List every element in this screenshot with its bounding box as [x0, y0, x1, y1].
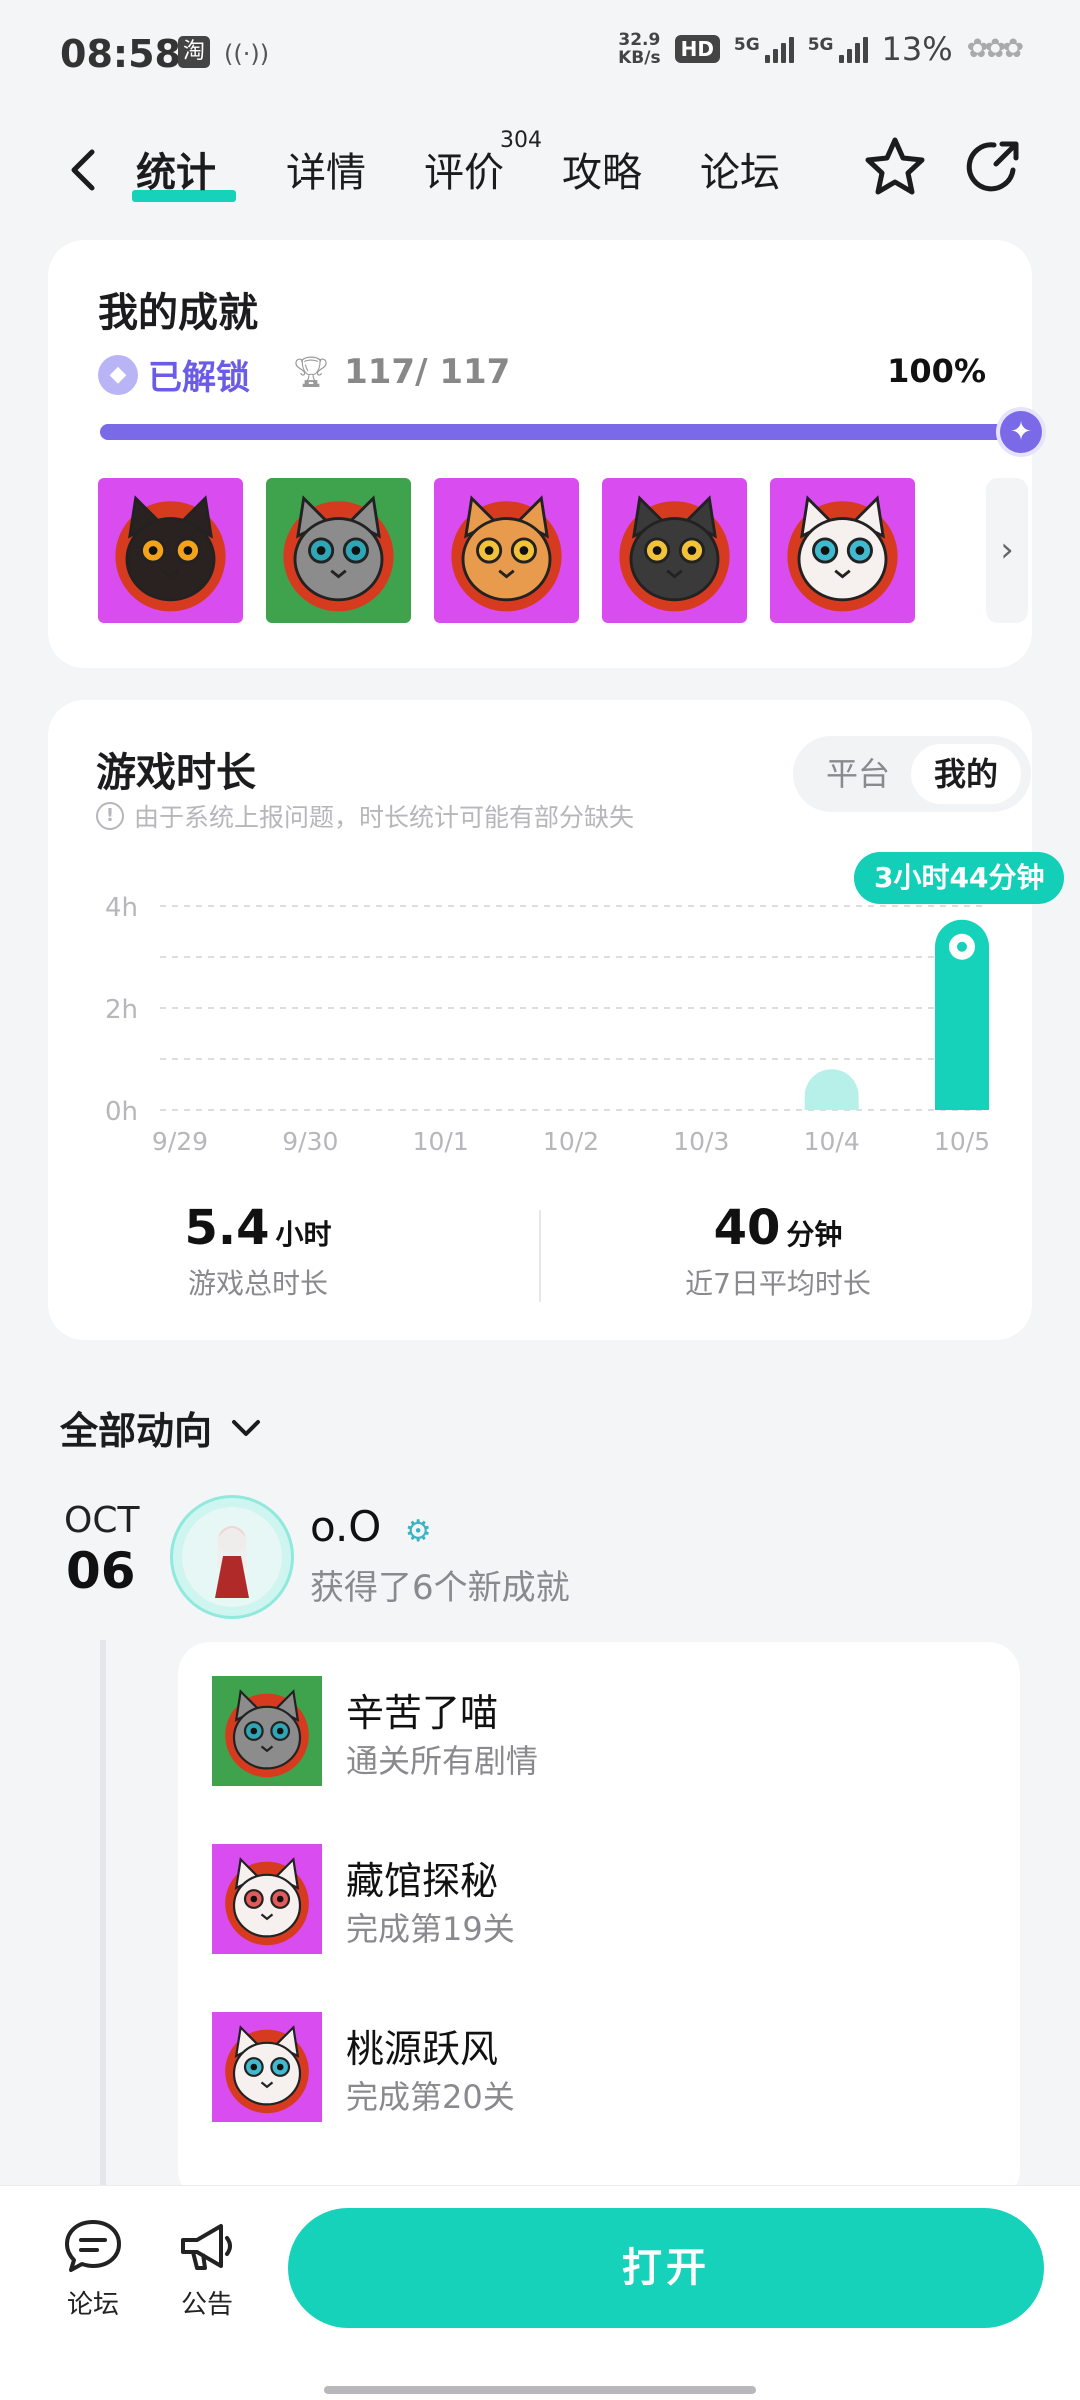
chat-bubble-icon	[65, 2220, 121, 2272]
cat-grey-icon	[212, 1676, 322, 1786]
status-right: 32.9 KB/s HD 5G 5G 13% ✿✿✿	[618, 30, 1024, 68]
user-avatar[interactable]	[170, 1495, 294, 1619]
tab-stats[interactable]: 统计	[136, 140, 216, 200]
network-speed: 32.9 KB/s	[618, 30, 661, 68]
feed-month: OCT	[64, 1500, 140, 1541]
tab-forum[interactable]: 论坛	[700, 140, 780, 200]
user-name[interactable]: o.O ⚙	[310, 1502, 432, 1551]
back-arrow-icon[interactable]	[58, 142, 114, 198]
achievements-title: 我的成就	[98, 290, 258, 336]
x-tick-label: 10/2	[543, 1127, 599, 1156]
achievement-item-desc: 通关所有剧情	[346, 1742, 539, 1780]
forum-button[interactable]: 论坛	[48, 2216, 138, 2321]
cat-white-icon[interactable]	[770, 478, 915, 623]
robot-badge-icon: ⚙	[404, 1514, 432, 1549]
taobao-notification-icon: 淘	[178, 36, 210, 68]
achievement-feed-card[interactable]: 辛苦了喵通关所有剧情 藏馆探秘完成第19关 桃源跃风完成第20关	[178, 1642, 1020, 2202]
achievement-item-title: 桃源跃风	[346, 2027, 499, 2071]
progress-knob-icon: ✦	[1000, 411, 1042, 453]
achievement-progress-bar: ✦	[100, 411, 1042, 453]
hd-icon: HD	[674, 35, 720, 63]
playtime-card: 游戏时长 ! 由于系统上报问题，时长统计可能有部分缺失 平台 我的 0h 2h 4h…	[48, 700, 1065, 1340]
stat-divider	[539, 1210, 541, 1302]
top-nav: 统计 详情 评价 304 攻略 论坛	[0, 120, 1080, 220]
tab-details[interactable]: 详情	[286, 140, 366, 200]
achievement-item-title: 藏馆探秘	[346, 1859, 499, 1903]
share-icon[interactable]	[958, 132, 1028, 202]
avatar-girl-icon	[182, 1507, 282, 1607]
x-tick-label: 9/30	[282, 1127, 338, 1156]
tab-guides[interactable]: 攻略	[562, 140, 642, 200]
status-time: 08:58	[60, 32, 181, 76]
y-tick-label: 2h	[105, 995, 138, 1025]
home-indicator[interactable]	[324, 2386, 756, 2394]
signal-1-icon: 5G	[734, 35, 794, 63]
achievements-card[interactable]: 我的成就 ◆ 已解锁 🏆︎ 117/ 117 100% ✦ ›	[48, 240, 1042, 668]
achievement-item[interactable]: 辛苦了喵通关所有剧情	[212, 1676, 972, 1786]
activity-filter[interactable]: 全部动向	[60, 1400, 264, 1455]
achievement-item[interactable]: 桃源跃风完成第20关	[212, 2012, 972, 2122]
cat-white-icon	[212, 2012, 322, 2122]
status-bar: 08:58 淘 ((·)) 32.9 KB/s HD 5G 5G 13% ✿✿✿	[0, 0, 1080, 110]
battery-percent: 13%	[881, 30, 953, 68]
unlock-badge-icon: ◆	[98, 354, 138, 395]
x-tick-label: 9/29	[152, 1127, 208, 1156]
achievement-item-desc: 完成第20关	[346, 2078, 515, 2116]
bar-marker-dot	[957, 941, 967, 952]
trophy-icon: 🏆︎	[292, 354, 331, 390]
achievement-item-title: 辛苦了喵	[346, 1691, 499, 1735]
chart-bar	[804, 1069, 859, 1110]
achievement-item-desc: 完成第19关	[346, 1910, 515, 1948]
x-tick-label: 10/1	[413, 1127, 469, 1156]
achievement-item[interactable]: 藏馆探秘完成第19关	[212, 1844, 972, 1954]
notice-button[interactable]: 公告	[162, 2216, 252, 2321]
y-tick-label: 0h	[105, 1097, 138, 1127]
bottom-bar: 论坛 公告 打开	[0, 2185, 1080, 2400]
achievement-count: 🏆︎ 117/ 117	[292, 352, 511, 392]
user-action: 获得了6个新成就	[310, 1568, 570, 1608]
open-game-button[interactable]: 打开	[288, 2208, 1044, 2328]
tab-reviews[interactable]: 评价	[424, 140, 504, 200]
favorite-star-icon[interactable]	[860, 132, 930, 202]
megaphone-icon	[181, 2224, 232, 2270]
cat-black-icon[interactable]	[98, 478, 243, 623]
y-tick-label: 4h	[105, 893, 138, 923]
avg-playtime-stat: 40 分钟 近7日平均时长	[685, 1200, 871, 1300]
x-tick-label: 10/5	[934, 1127, 990, 1156]
review-count-badge: 304	[500, 128, 542, 153]
chart-tooltip: 3小时44分钟	[854, 851, 1065, 904]
timeline-line	[100, 1640, 106, 2190]
playtime-chart: 0h 2h 4h 9/29 9/30 10/1 10/2 10/3 10/4 10/5	[105, 893, 990, 1156]
app-indicator-icons: ✿✿✿	[966, 34, 1024, 64]
cat-grey-icon[interactable]	[266, 478, 411, 623]
feed-day: 06	[66, 1542, 136, 1600]
progress-fill	[100, 424, 1030, 440]
chevron-down-icon	[232, 1419, 261, 1436]
x-tick-label: 10/4	[804, 1127, 860, 1156]
signal-2-icon: 5G	[808, 35, 868, 63]
cat-orange-icon[interactable]	[434, 478, 579, 623]
unlocked-status: ◆ 已解锁	[98, 350, 250, 399]
total-playtime-stat: 5.4 小时 游戏总时长	[184, 1200, 332, 1300]
achievement-percent: 100%	[887, 352, 986, 390]
more-achievements-chevron-icon[interactable]: ›	[986, 478, 1028, 623]
cat-white-fluffy-icon	[212, 1844, 322, 1954]
nfc-icon: ((·))	[224, 40, 270, 68]
x-tick-label: 10/3	[673, 1127, 729, 1156]
cat-tabby-icon[interactable]	[602, 478, 747, 623]
